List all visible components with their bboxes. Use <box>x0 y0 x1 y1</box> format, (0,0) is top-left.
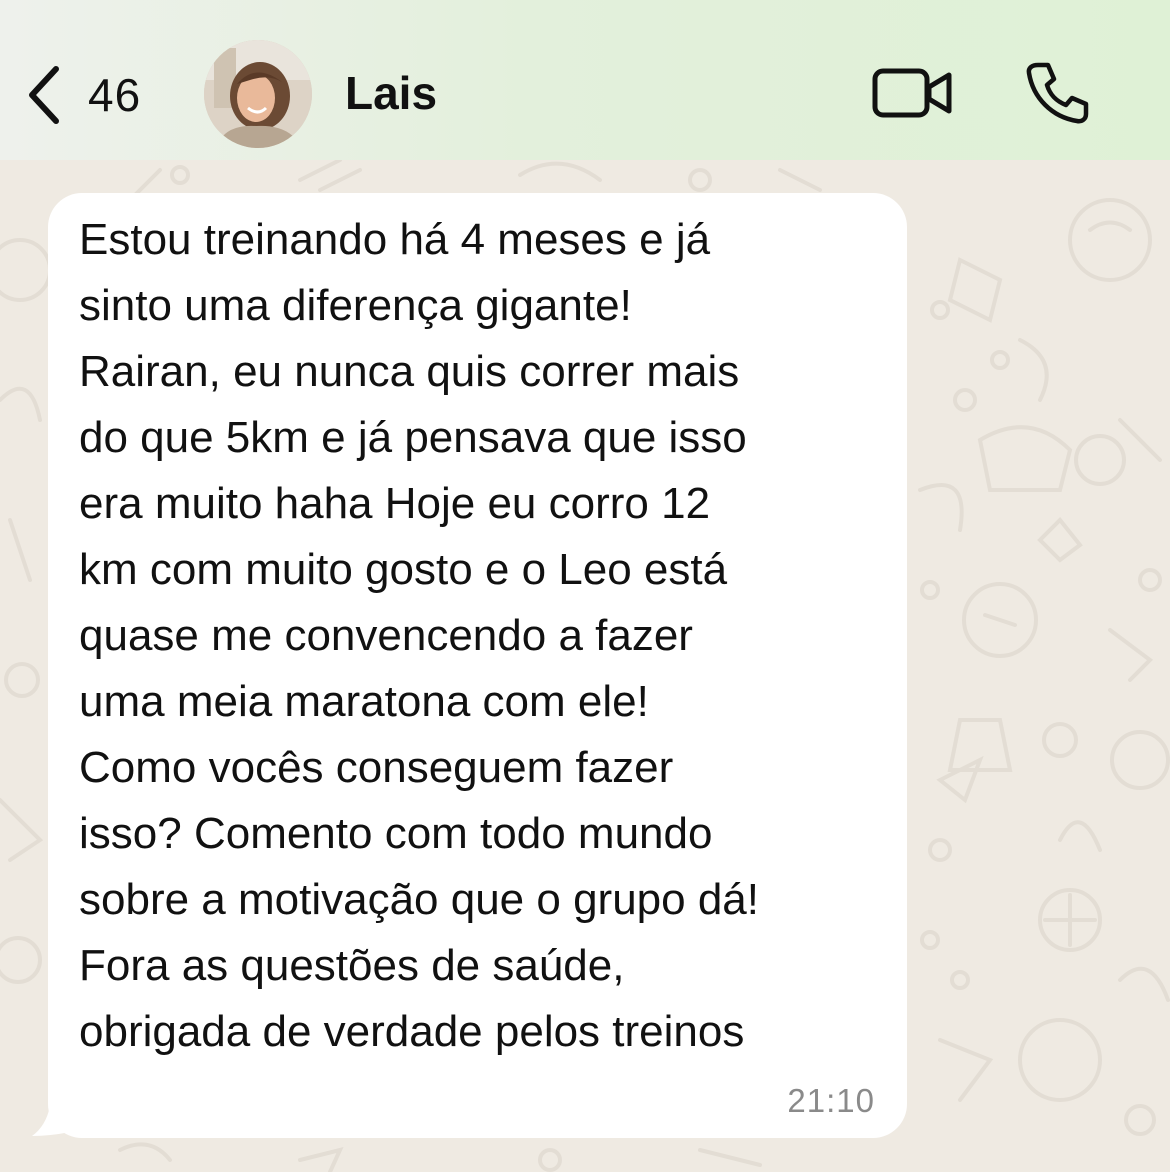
unread-count: 46 <box>88 69 142 121</box>
chat-area[interactable]: Estou treinando há 4 meses e já sinto um… <box>0 160 1170 1172</box>
voice-call-button[interactable] <box>1020 56 1094 128</box>
phone-icon <box>1026 62 1089 124</box>
video-camera-icon <box>872 68 952 118</box>
contact-name[interactable]: Lais <box>345 66 437 120</box>
chevron-left-icon <box>29 66 59 124</box>
avatar[interactable] <box>204 40 312 148</box>
message-text: Estou treinando há 4 meses e já sinto um… <box>79 215 760 1056</box>
message-bubble[interactable]: Estou treinando há 4 meses e já sinto um… <box>48 193 907 1138</box>
back-button[interactable]: 46 <box>22 60 172 130</box>
chat-header: 46 Lais <box>0 0 1170 161</box>
profile-photo <box>204 40 312 148</box>
video-call-button[interactable] <box>868 60 958 126</box>
message-timestamp: 21:10 <box>787 1082 875 1119</box>
